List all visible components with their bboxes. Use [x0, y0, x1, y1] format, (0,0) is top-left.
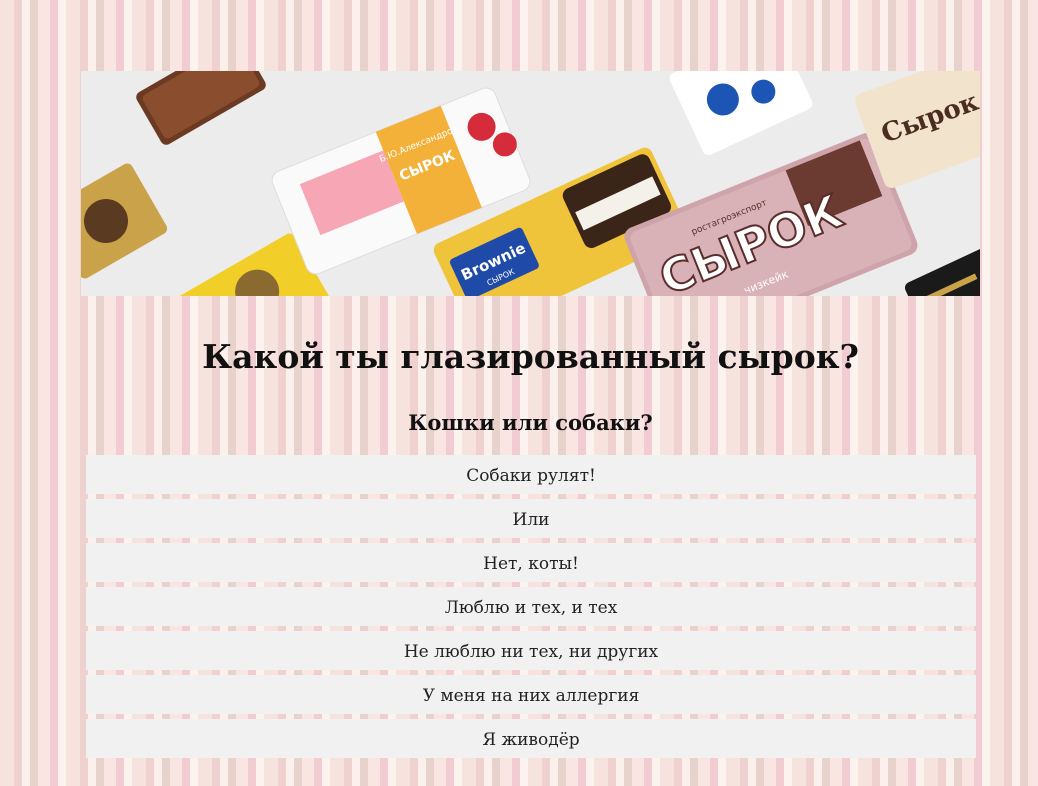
quiz-title: Какой ты глазированный сырок?: [202, 337, 859, 376]
banner-image: Б.Ю.Александров СЫРОК Brownie СЫРОК рост…: [81, 71, 980, 296]
answer-option[interactable]: Я живодёр: [86, 719, 976, 758]
answer-option[interactable]: Не люблю ни тех, ни других: [86, 631, 976, 670]
quiz-question: Кошки или собаки?: [408, 410, 653, 435]
answer-option[interactable]: Собаки рулят!: [86, 455, 976, 494]
answer-option[interactable]: Или: [86, 499, 976, 538]
answer-option[interactable]: У меня на них аллергия: [86, 675, 976, 714]
answer-option[interactable]: Нет, коты!: [86, 543, 976, 582]
banner-illustration: Б.Ю.Александров СЫРОК Brownie СЫРОК рост…: [81, 71, 980, 296]
answer-option[interactable]: Люблю и тех, и тех: [86, 587, 976, 626]
answer-list: Собаки рулят! Или Нет, коты! Люблю и тех…: [86, 455, 976, 763]
